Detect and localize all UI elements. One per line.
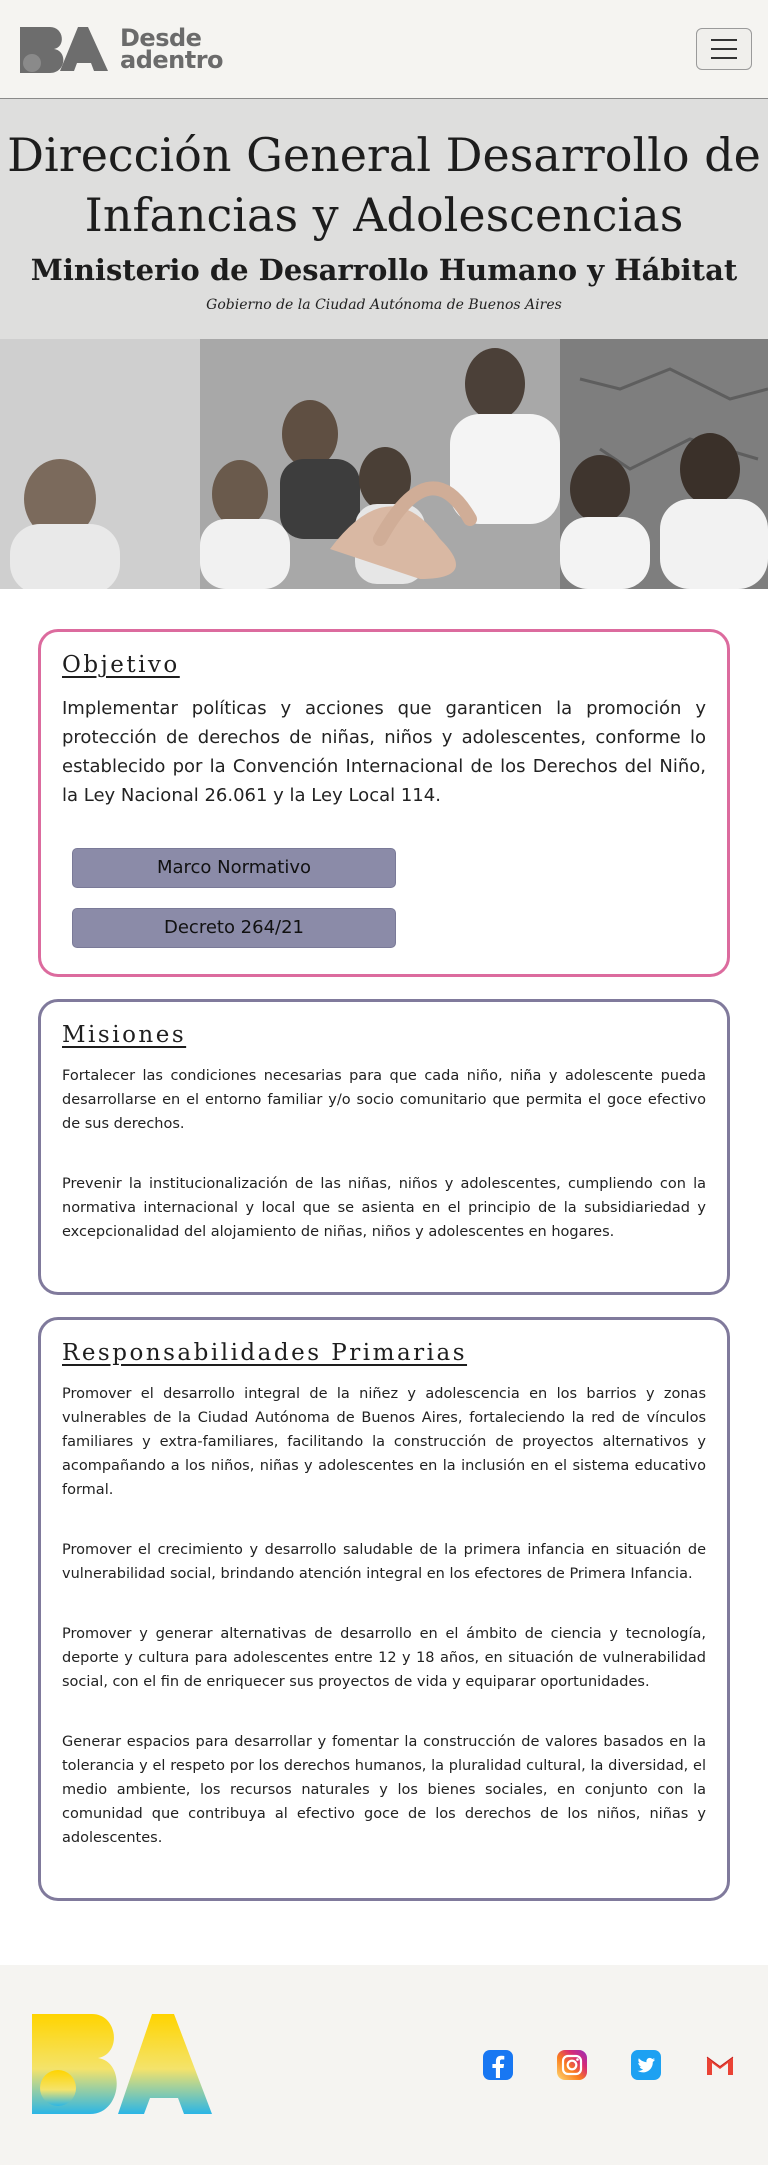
objetivo-card: Objetivo Implementar políticas y accione… xyxy=(38,629,730,977)
objetivo-text: Implementar políticas y acciones que gar… xyxy=(62,698,706,806)
misiones-card: Misiones Fortalecer las condiciones nece… xyxy=(38,999,730,1295)
ba-color-logo-icon[interactable] xyxy=(30,2010,230,2120)
responsabilidad-paragraph: Promover y generar alternativas de desar… xyxy=(62,1626,706,1690)
social-links xyxy=(482,2049,736,2081)
hamburger-menu-icon-bar xyxy=(711,48,737,50)
main-content: Objetivo Implementar políticas y accione… xyxy=(0,589,768,1965)
responsabilidades-card: Responsabilidades Primarias Promover el … xyxy=(38,1317,730,1901)
navbar: Desde adentro xyxy=(0,0,768,99)
ministry-subtitle: Ministerio de Desarrollo Humano y Hábita… xyxy=(30,253,738,287)
brand-link[interactable]: Desde adentro xyxy=(16,23,224,75)
twitter-icon xyxy=(631,2050,661,2080)
hamburger-menu-icon-bar xyxy=(711,57,737,59)
marco-normativo-button[interactable]: Marco Normativo xyxy=(72,848,396,888)
instagram-link[interactable] xyxy=(556,2049,588,2081)
photo-illustration xyxy=(0,339,768,589)
gmail-icon xyxy=(706,2056,734,2075)
objetivo-title: Objetivo xyxy=(62,652,180,678)
mision-paragraph: Fortalecer las condiciones necesarias pa… xyxy=(62,1068,706,1132)
facebook-link[interactable] xyxy=(482,2049,514,2081)
misiones-title: Misiones xyxy=(62,1022,187,1048)
twitter-link[interactable] xyxy=(630,2049,662,2081)
hamburger-menu-icon xyxy=(711,39,737,41)
page-title: Dirección General Desarrollo de Infancia… xyxy=(7,128,761,242)
ba-logo-icon xyxy=(20,27,108,73)
hamburger-menu-button[interactable] xyxy=(696,28,752,70)
responsabilidad-paragraph: Promover el desarrollo integral de la ni… xyxy=(62,1386,706,1498)
facebook-icon xyxy=(483,2050,513,2080)
gmail-link[interactable] xyxy=(704,2049,736,2081)
government-caption: Gobierno de la Ciudad Autónoma de Buenos… xyxy=(206,297,562,313)
responsabilidad-paragraph: Generar espacios para desarrollar y fome… xyxy=(62,1734,706,1846)
footer xyxy=(0,1965,768,2165)
mision-paragraph: Prevenir la institucionalización de las … xyxy=(62,1176,706,1240)
page-header: Dirección General Desarrollo de Infancia… xyxy=(0,99,768,339)
brand-line2: adentro xyxy=(120,46,224,74)
brand-name: Desde adentro xyxy=(120,26,224,74)
responsabilidades-title: Responsabilidades Primarias xyxy=(62,1340,468,1366)
team-hero-photo xyxy=(0,339,768,589)
decreto-button[interactable]: Decreto 264/21 xyxy=(72,908,396,948)
responsabilidad-paragraph: Promover el crecimiento y desarrollo sal… xyxy=(62,1542,706,1582)
instagram-icon xyxy=(557,2050,587,2080)
